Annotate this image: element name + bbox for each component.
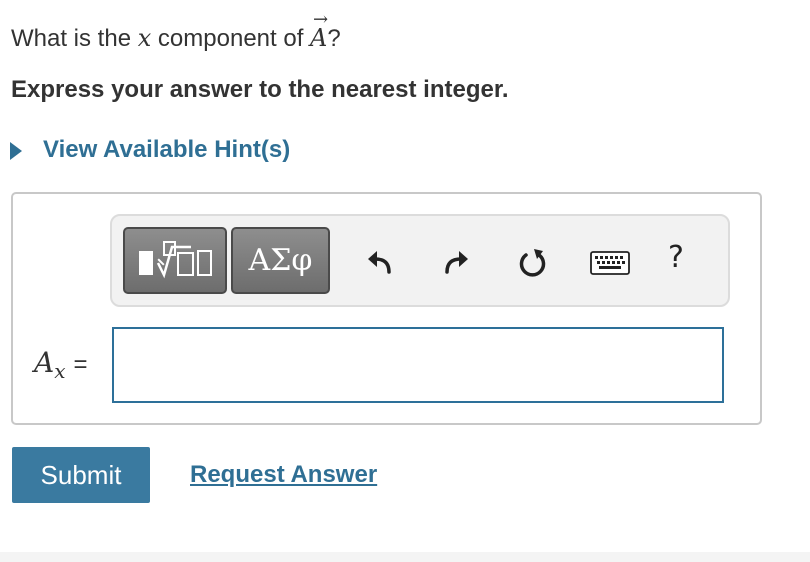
x-variable: x (137, 24, 152, 52)
redo-button[interactable] (438, 245, 474, 281)
problem-page: What is the x component of → A? Express y… (0, 0, 810, 562)
submit-button[interactable]: Submit (12, 447, 150, 503)
vector-arrow: → (313, 9, 329, 30)
request-answer-link[interactable]: Request Answer (190, 461, 377, 489)
question-text: What is the x component of → A? (11, 11, 341, 53)
reset-button[interactable] (515, 245, 551, 281)
vector-a: → A (310, 11, 328, 53)
symbols-label: ΑΣφ (248, 243, 313, 278)
undo-icon (368, 251, 391, 274)
footer-strip (0, 552, 810, 562)
expand-triangle-icon (10, 142, 22, 160)
question-prefix: What is the (11, 25, 138, 52)
answer-subscript: x (54, 359, 66, 383)
keyboard-button[interactable] (589, 245, 631, 281)
question-suffix: ? (327, 25, 341, 52)
redo-icon (445, 251, 468, 274)
reset-icon (519, 249, 546, 277)
answer-variable: A (34, 346, 55, 379)
instruction-text: Express your answer to the nearest integ… (11, 76, 509, 103)
symbols-button[interactable]: ΑΣφ (231, 227, 330, 294)
help-button[interactable]: ? (668, 240, 684, 275)
question-middle: component of (151, 25, 311, 52)
templates-button[interactable] (123, 227, 227, 294)
keyboard-icon (590, 251, 630, 275)
answer-input[interactable] (112, 327, 724, 403)
view-hints-label: View Available Hint(s) (43, 136, 291, 163)
templates-icon (139, 240, 212, 278)
equals-sign: = (73, 351, 88, 378)
view-hints-toggle[interactable]: View Available Hint(s) (10, 136, 290, 164)
undo-button[interactable] (362, 245, 398, 281)
answer-variable-label: Ax = (34, 346, 88, 383)
